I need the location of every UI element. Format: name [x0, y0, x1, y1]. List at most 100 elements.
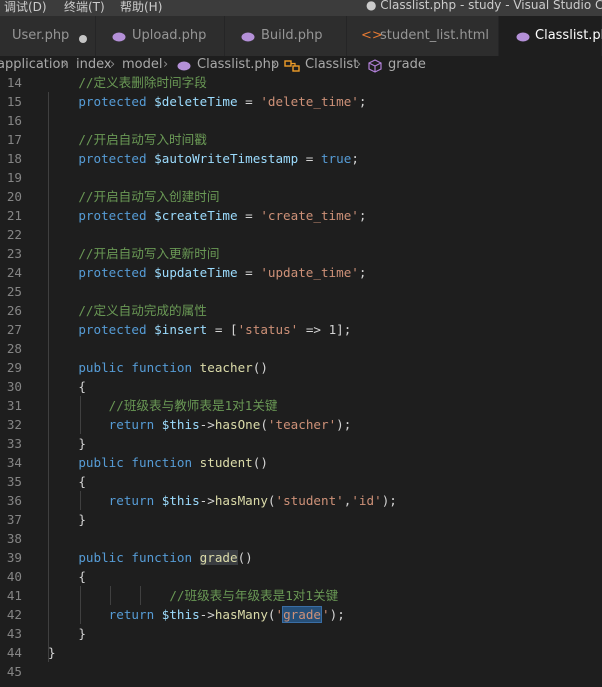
- code-token: (): [252, 455, 268, 470]
- code-token: hasMany: [214, 607, 268, 622]
- code-token: function: [131, 550, 200, 565]
- tab-user-php[interactable]: User.php: [0, 16, 96, 56]
- code-line[interactable]: protected $createTime = 'create_time';: [48, 206, 397, 225]
- code-line[interactable]: [48, 529, 397, 548]
- breadcrumb-method[interactable]: grade: [388, 57, 426, 72]
- code-token: return: [48, 417, 162, 432]
- code-line[interactable]: protected $deleteTime = 'delete_time';: [48, 92, 397, 111]
- code-line[interactable]: {: [48, 377, 397, 396]
- tab-label: Classlist.php: [535, 28, 602, 43]
- code-token: //开启自动写入时间戳: [48, 132, 207, 147]
- code-line[interactable]: public function grade(): [48, 548, 397, 567]
- code-token: //开启自动写入更新时间: [48, 246, 220, 261]
- line-number: 28: [6, 341, 22, 356]
- code-token: hasOne: [214, 417, 261, 432]
- code-token: //班级表与教师表是1对1关键: [48, 398, 278, 413]
- breadcrumb-class[interactable]: Classlist: [305, 57, 358, 72]
- code-token: public: [48, 360, 132, 375]
- code-token: protected: [48, 151, 155, 166]
- line-number: 30: [6, 379, 22, 394]
- code-line[interactable]: //班级表与教师表是1对1关键: [48, 396, 397, 415]
- line-number: 14: [6, 75, 22, 90]
- code-token: }: [48, 512, 86, 527]
- code-line[interactable]: //定义表删除时间字段: [48, 73, 397, 92]
- code-token: =: [237, 94, 261, 109]
- code-token: (: [267, 493, 276, 508]
- code-token: $this: [161, 607, 200, 622]
- breadcrumb-index[interactable]: index: [76, 57, 112, 72]
- code-line[interactable]: //开启自动写入更新时间: [48, 244, 397, 263]
- code-token: 'status': [237, 322, 299, 337]
- code-line[interactable]: //开启自动写入创建时间: [48, 187, 397, 206]
- code-line[interactable]: }: [48, 434, 397, 453]
- code-token: $this: [161, 493, 200, 508]
- line-number: 26: [6, 303, 22, 318]
- code-line[interactable]: }: [48, 510, 397, 529]
- code-editor[interactable]: 14 15 16 17 18 19 20 21 22 23 24 25 26 27 28 29 30 31 32 33…: [0, 73, 602, 687]
- code-line[interactable]: return $this->hasMany('grade');: [48, 605, 397, 624]
- code-line[interactable]: [48, 111, 397, 130]
- breadcrumb-model[interactable]: model: [122, 57, 162, 72]
- menu-debug[interactable]: 调试(D): [4, 0, 47, 15]
- code-token: function: [131, 455, 200, 470]
- menu-help[interactable]: 帮助(H): [120, 0, 162, 15]
- code-line[interactable]: protected $insert = ['status' => 1];: [48, 320, 397, 339]
- code-token: protected: [48, 208, 155, 223]
- code-line[interactable]: [48, 168, 397, 187]
- code-token: {: [48, 569, 86, 584]
- tab-build-php[interactable]: Build.php: [225, 16, 347, 56]
- window-title: ● Classlist.php - study - Visual Studio …: [366, 0, 602, 12]
- code-line[interactable]: public function teacher(): [48, 358, 397, 377]
- tab-student-list-html[interactable]: <> student_list.html: [347, 16, 499, 56]
- code-token: 'delete_time': [260, 94, 359, 109]
- code-line[interactable]: }: [48, 624, 397, 643]
- code-token: //定义自动完成的属性: [48, 303, 207, 318]
- code-token: 'id': [351, 493, 382, 508]
- breadcrumb-application[interactable]: application: [0, 57, 69, 72]
- code-line[interactable]: {: [48, 567, 397, 586]
- code-token: =: [237, 208, 261, 223]
- code-line[interactable]: //班级表与年级表是1对1关键: [48, 586, 397, 605]
- code-line[interactable]: [48, 282, 397, 301]
- code-token: teacher: [199, 360, 253, 375]
- code-token: public: [48, 455, 132, 470]
- chevron-right-icon: ›: [110, 57, 116, 72]
- code-line[interactable]: [48, 339, 397, 358]
- chevron-right-icon: ›: [272, 57, 278, 72]
- code-token: $deleteTime: [154, 94, 238, 109]
- line-number: 36: [6, 493, 22, 508]
- line-number: 15: [6, 94, 22, 109]
- line-number: 18: [6, 151, 22, 166]
- php-elephant-icon: [112, 32, 126, 42]
- code-token: true: [320, 151, 352, 166]
- code-line[interactable]: //开启自动写入时间戳: [48, 130, 397, 149]
- menu-terminal[interactable]: 终端(T): [64, 0, 105, 15]
- line-number: 20: [6, 189, 22, 204]
- code-line[interactable]: [48, 662, 397, 681]
- line-number: 41: [6, 588, 22, 603]
- tab-upload-php[interactable]: Upload.php: [96, 16, 225, 56]
- tab-label: student_list.html: [380, 28, 490, 43]
- code-line[interactable]: protected $autoWriteTimestamp = true;: [48, 149, 397, 168]
- unsaved-dot-icon[interactable]: [79, 35, 87, 43]
- line-number: 29: [6, 360, 22, 375]
- code-line[interactable]: [48, 225, 397, 244]
- line-number: 37: [6, 512, 22, 527]
- code-token: (): [252, 360, 268, 375]
- code-line[interactable]: public function student(): [48, 453, 397, 472]
- breadcrumb-file[interactable]: Classlist.php: [197, 57, 279, 72]
- code-token: {: [48, 474, 86, 489]
- code-line[interactable]: return $this->hasMany('student','id');: [48, 491, 397, 510]
- code-line[interactable]: {: [48, 472, 397, 491]
- code-line[interactable]: return $this->hasOne('teacher');: [48, 415, 397, 434]
- line-number: 23: [6, 246, 22, 261]
- code-token: );: [336, 417, 352, 432]
- tab-classlist-php[interactable]: Classlist.php: [499, 16, 602, 56]
- line-number: 44: [6, 645, 22, 660]
- code-line[interactable]: protected $updateTime = 'update_time';: [48, 263, 397, 282]
- code-line[interactable]: }: [48, 643, 397, 662]
- code-token: (): [237, 550, 253, 565]
- chevron-right-icon: ›: [62, 57, 68, 72]
- code-line[interactable]: //定义自动完成的属性: [48, 301, 397, 320]
- code-token: }: [48, 436, 86, 451]
